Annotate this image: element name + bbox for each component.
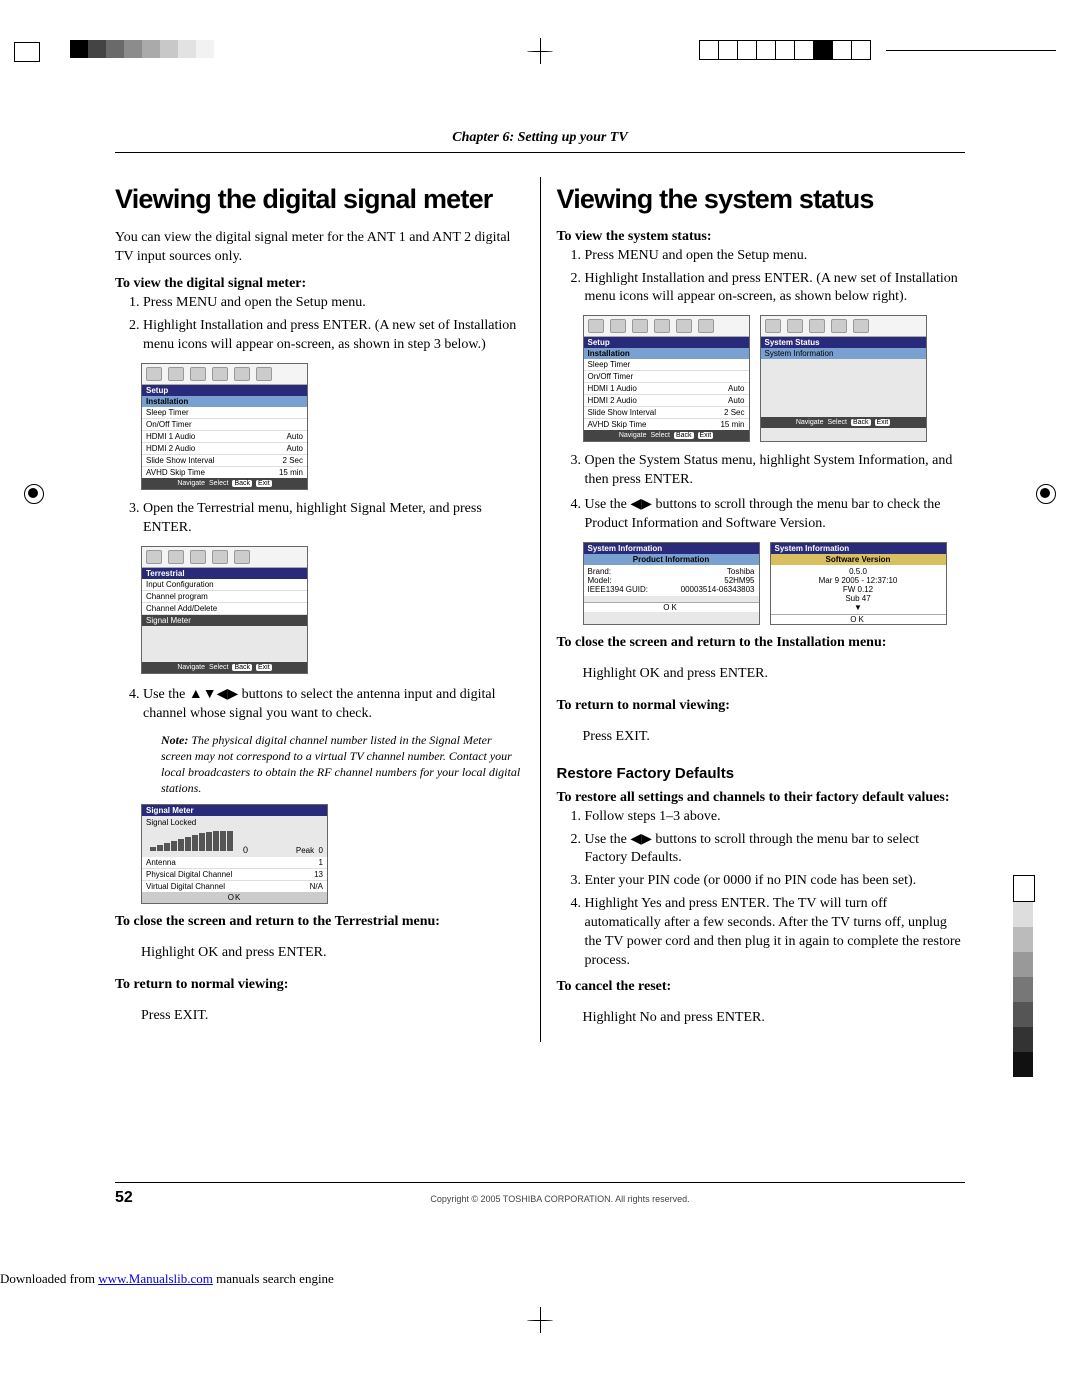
step-text: Open the Terrestrial menu, highlight Sig…: [143, 501, 482, 535]
restore-steps: Follow steps 1–3 above. Use the ◀▶ butto…: [573, 808, 966, 971]
steps-left-a: Press MENU and open the Setup menu. High…: [131, 294, 524, 355]
osd-title: Signal Meter: [142, 805, 327, 816]
step-text: Enter your PIN code (or 0000 if no PIN c…: [585, 873, 917, 888]
osd-iconbar-icon: [584, 316, 749, 337]
to-view-heading-right: To view the system status:: [557, 229, 966, 245]
note: Note: The physical digital channel numbe…: [161, 732, 524, 797]
restore-heading: Restore Factory Defaults: [557, 765, 966, 782]
page-footer: 52 Copyright © 2005 TOSHIBA CORPORATION.…: [115, 1182, 965, 1207]
registration-bottom: [0, 1307, 1080, 1337]
steps-left-b: Open the Terrestrial menu, highlight Sig…: [131, 500, 524, 538]
arrow-icons: ▲▼◀▶: [189, 685, 238, 701]
registration-crosshair-icon: [527, 38, 553, 64]
top-rule: [115, 152, 965, 153]
step-text: Press MENU and open the Setup menu.: [143, 295, 366, 310]
manualslib-link[interactable]: www.Manualslib.com: [98, 1271, 213, 1286]
osd-iconbar-icon: [142, 547, 307, 568]
section-heading-left: Viewing the digital signal meter: [115, 185, 524, 215]
restore-subheading: To restore all settings and channels to …: [557, 790, 966, 806]
cancel-body: Highlight No and press ENTER.: [583, 1009, 966, 1028]
return-body: Press EXIT.: [141, 1007, 524, 1026]
step-text: Highlight Yes and press ENTER. The TV wi…: [585, 896, 961, 968]
registration-left-icon: [20, 480, 48, 508]
steps-right-a: Press MENU and open the Setup menu. High…: [573, 247, 966, 308]
osd-title: Terrestrial: [142, 568, 307, 579]
copyright: Copyright © 2005 TOSHIBA CORPORATION. Al…: [155, 1194, 965, 1204]
step-text: Highlight Installation and press ENTER. …: [585, 271, 958, 305]
step-text: Press MENU and open the Setup menu.: [585, 248, 808, 263]
figure-sysinfo-osd: System Information Product Information B…: [583, 542, 966, 625]
osd-iconbar-icon: [761, 316, 926, 337]
step-text: Follow steps 1–3 above.: [585, 809, 721, 824]
to-view-heading-left: To view the digital signal meter:: [115, 276, 524, 292]
close-heading: To close the screen and return to the Te…: [115, 914, 524, 930]
section-heading-right: Viewing the system status: [557, 185, 966, 215]
steps-right-b: Open the System Status menu, highlight S…: [573, 452, 966, 534]
figure-signal-meter-osd: Signal Meter Signal Locked 0 Peak: [141, 804, 524, 904]
registration-colorstack-icon: [1013, 875, 1035, 1077]
step-text: Use the: [143, 687, 189, 702]
step-text: Highlight Installation and press ENTER. …: [143, 318, 516, 352]
chapter-heading: Chapter 6: Setting up your TV: [115, 130, 965, 146]
column-divider: [540, 177, 541, 1042]
step-text: Use the ◀▶ buttons to scroll through the…: [585, 832, 920, 866]
osd-title: Setup: [142, 385, 307, 396]
step-text: Open the System Status menu, highlight S…: [585, 453, 953, 487]
return-heading: To return to normal viewing:: [115, 977, 524, 993]
close-body: Highlight OK and press ENTER.: [583, 665, 966, 684]
registration-top: [0, 30, 1080, 60]
osd-iconbar-icon: [142, 364, 307, 385]
registration-right-icon: [1032, 480, 1060, 508]
step-text: Use the: [585, 497, 631, 512]
cancel-heading: To cancel the reset:: [557, 979, 966, 995]
page-number: 52: [115, 1189, 155, 1207]
note-label: Note:: [161, 733, 188, 747]
arrow-icons: ◀▶: [630, 495, 652, 511]
intro-left: You can view the digital signal meter fo…: [115, 229, 524, 267]
figure-setup-osd: Setup Installation Sleep Timer On/Off Ti…: [141, 363, 524, 490]
return-heading: To return to normal viewing:: [557, 698, 966, 714]
registration-crosshair-icon: [527, 1307, 553, 1333]
return-body: Press EXIT.: [583, 728, 966, 747]
steps-left-c: Use the ▲▼◀▶ buttons to select the anten…: [131, 684, 524, 724]
figure-terrestrial-osd: Terrestrial Input Configuration Channel …: [141, 546, 524, 674]
close-heading: To close the screen and return to the In…: [557, 635, 966, 651]
download-line: Downloaded from www.Manualslib.com manua…: [0, 1271, 334, 1287]
figure-dual-setup-osd: Setup Installation Sleep Timer On/Off Ti…: [583, 315, 966, 442]
osd-subtitle: Installation: [142, 396, 307, 407]
close-body: Highlight OK and press ENTER.: [141, 944, 524, 963]
